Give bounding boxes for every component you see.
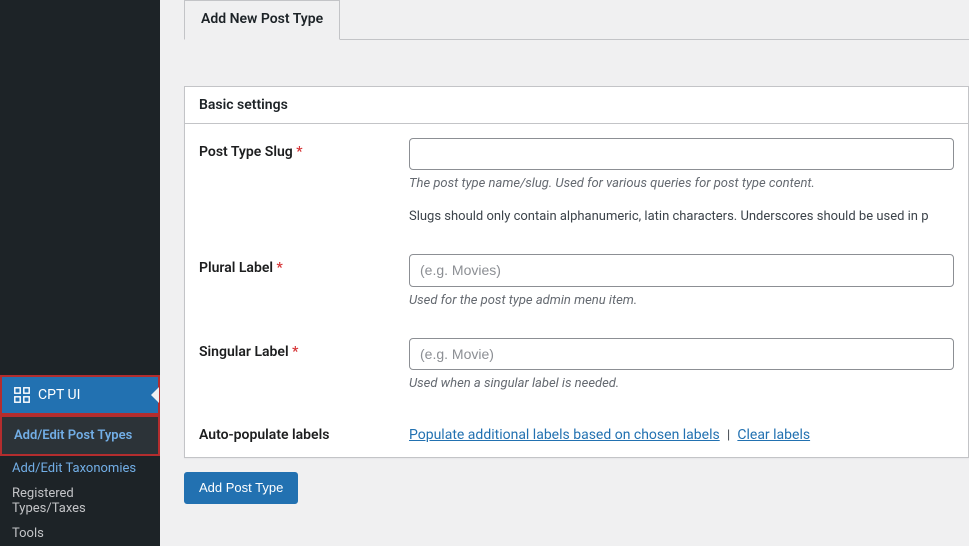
- admin-sidebar: CPT UI Add/Edit Post Types Add/Edit Taxo…: [0, 0, 160, 546]
- label-text: Post Type Slug: [199, 144, 293, 160]
- label-text: Singular Label: [199, 344, 289, 360]
- sidebar-spacer: [0, 0, 160, 375]
- row-auto-populate: Auto-populate labels Populate additional…: [199, 421, 954, 443]
- label-text: Plural Label: [199, 260, 273, 276]
- required-asterisk: *: [292, 344, 298, 360]
- tab-bar: Add New Post Type: [184, 0, 969, 40]
- plural-label-input[interactable]: [409, 254, 954, 286]
- link-populate-labels[interactable]: Populate additional labels based on chos…: [409, 427, 720, 443]
- required-asterisk: *: [296, 144, 302, 160]
- tab-add-new-post-type[interactable]: Add New Post Type: [184, 0, 340, 40]
- singular-label-input[interactable]: [409, 338, 954, 370]
- field-post-type-slug: The post type name/slug. Used for variou…: [409, 138, 954, 224]
- current-indicator-arrow: [151, 387, 159, 403]
- required-asterisk: *: [277, 260, 283, 276]
- cpt-ui-icon: [12, 385, 32, 405]
- sidebar-submenu: Add/Edit Post Types: [0, 415, 160, 456]
- row-plural-label: Plural Label * Used for the post type ad…: [199, 254, 954, 307]
- link-separator: |: [723, 428, 734, 443]
- row-singular-label: Singular Label * Used when a singular la…: [199, 338, 954, 391]
- sidebar-item-cpt-ui[interactable]: CPT UI: [0, 375, 160, 415]
- label-plural: Plural Label *: [199, 254, 409, 276]
- help-post-type-slug: The post type name/slug. Used for variou…: [409, 176, 954, 191]
- post-type-slug-input[interactable]: [409, 138, 954, 170]
- label-singular: Singular Label *: [199, 338, 409, 360]
- help-singular: Used when a singular label is needed.: [409, 376, 954, 391]
- sidebar-item-label: CPT UI: [38, 387, 80, 403]
- help-post-type-slug-2: Slugs should only contain alphanumeric, …: [409, 209, 954, 224]
- add-post-type-button[interactable]: Add Post Type: [184, 472, 298, 504]
- basic-settings-panel: Basic settings Post Type Slug * The post…: [184, 86, 969, 458]
- submenu-item-add-edit-taxonomies[interactable]: Add/Edit Taxonomies: [0, 456, 160, 481]
- row-post-type-slug: Post Type Slug * The post type name/slug…: [199, 138, 954, 224]
- label-auto-populate: Auto-populate labels: [199, 421, 409, 443]
- submenu-item-tools[interactable]: Tools: [0, 521, 160, 546]
- field-auto-populate: Populate additional labels based on chos…: [409, 421, 954, 443]
- help-plural: Used for the post type admin menu item.: [409, 293, 954, 308]
- main-content: Add New Post Type Basic settings Post Ty…: [160, 0, 969, 546]
- panel-body: Post Type Slug * The post type name/slug…: [185, 124, 968, 457]
- submenu-item-add-edit-post-types[interactable]: Add/Edit Post Types: [2, 423, 158, 448]
- submenu-item-registered-types-taxes[interactable]: Registered Types/Taxes: [0, 481, 160, 521]
- panel-heading: Basic settings: [185, 87, 968, 124]
- label-post-type-slug: Post Type Slug *: [199, 138, 409, 160]
- link-clear-labels[interactable]: Clear labels: [737, 427, 810, 443]
- field-plural: Used for the post type admin menu item.: [409, 254, 954, 307]
- field-singular: Used when a singular label is needed.: [409, 338, 954, 391]
- sidebar-submenu-remaining: Add/Edit Taxonomies Registered Types/Tax…: [0, 456, 160, 546]
